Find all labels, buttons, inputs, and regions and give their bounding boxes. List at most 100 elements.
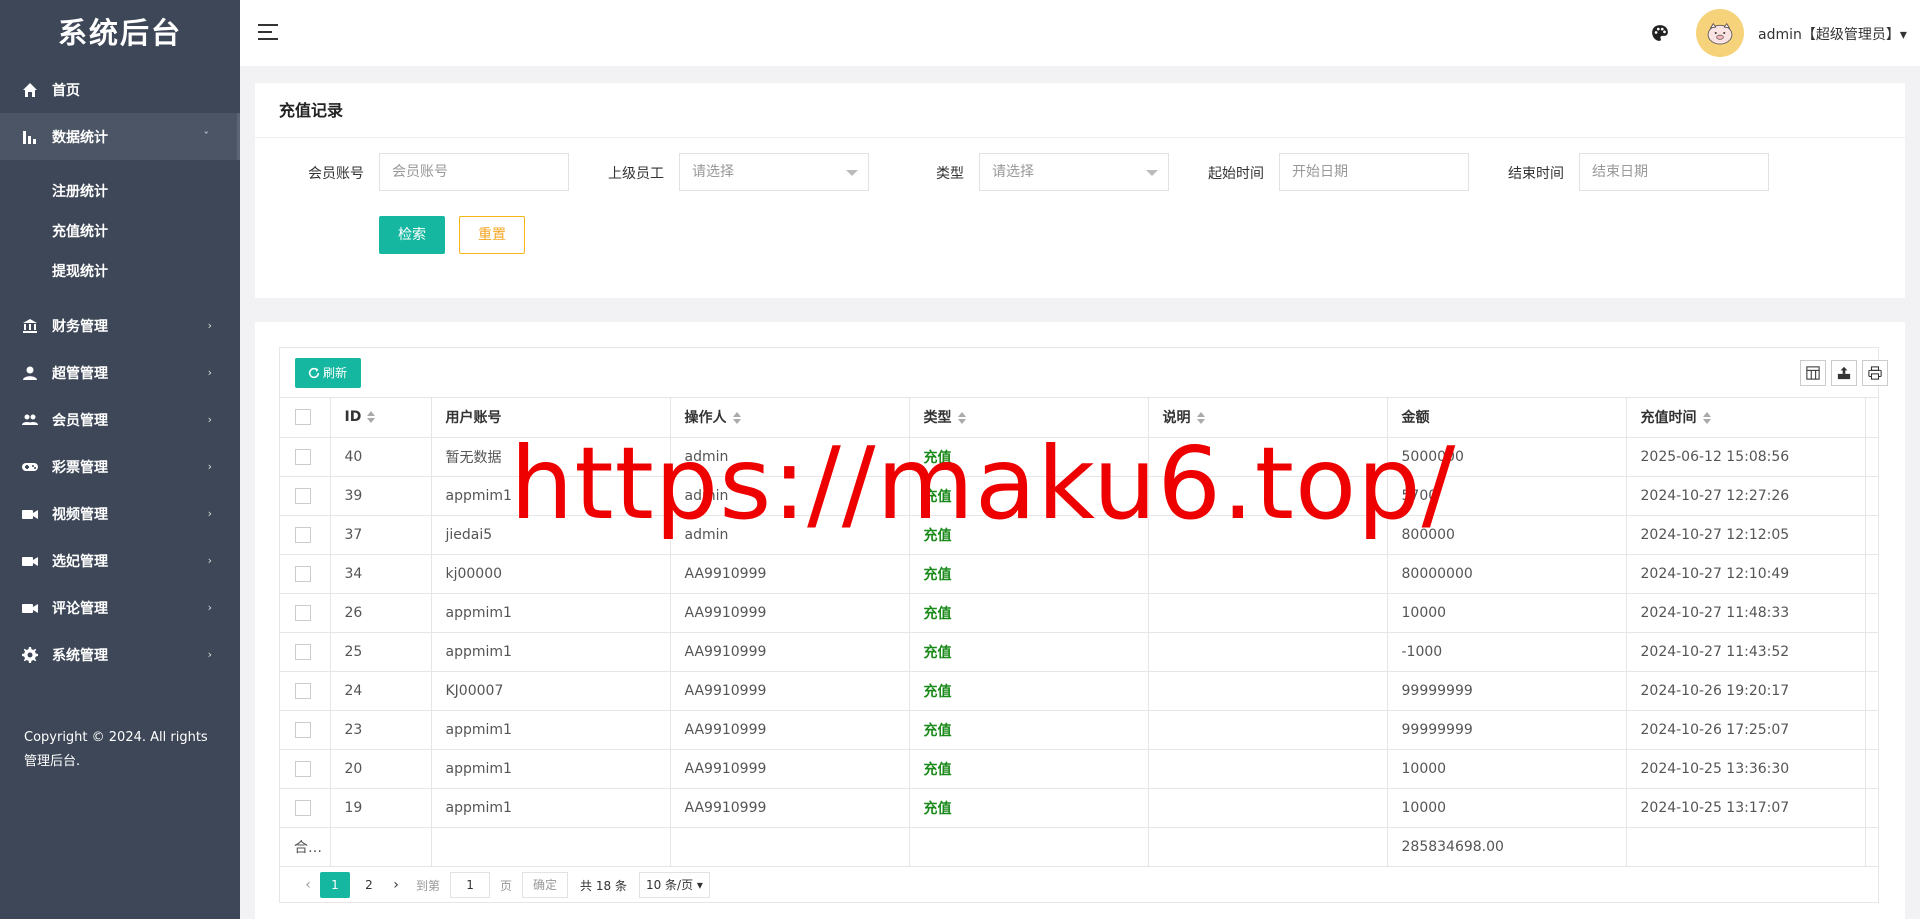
col-operator[interactable]: 操作人 [670, 398, 910, 438]
end-time-label: 结束时间 [1508, 166, 1564, 182]
page-2[interactable]: 2 [354, 872, 384, 898]
row-checkbox[interactable] [295, 604, 311, 621]
member-account-input[interactable]: 会员账号 [379, 153, 569, 191]
sidebar-subitem-register-stats[interactable]: 注册统计 [0, 172, 240, 212]
sort-icon[interactable] [1702, 412, 1711, 425]
type-select[interactable]: 请选择 [979, 153, 1169, 191]
reset-button[interactable]: 重置 [459, 216, 525, 254]
table-row[interactable]: 26 appmim1 AA9910999 充值 10000 2024-10-27 11:4… [280, 593, 1879, 633]
col-id-label: ID [344, 409, 362, 426]
goto-confirm-button[interactable]: 确定 [522, 872, 569, 898]
cell-note [1148, 788, 1388, 828]
cell-amount: 5000000 [1387, 437, 1627, 477]
user-menu[interactable]: admin【超级管理员】▾ [1758, 24, 1907, 44]
table-row[interactable]: 25 appmim1 AA9910999 充值 -1000 2024-10-27 11:4… [280, 632, 1879, 672]
table-row[interactable]: 34 kj00000 AA9910999 充值 80000000 2024-10-27 1… [280, 554, 1879, 594]
sidebar-item-concubine[interactable]: 选妃管理 › [0, 537, 240, 584]
cell-type: 充值 [909, 554, 1149, 594]
sidebar-item-comments[interactable]: 评论管理 › [0, 584, 240, 631]
row-checkbox[interactable] [295, 526, 311, 543]
sidebar-item-finance[interactable]: 财务管理 › [0, 302, 240, 349]
chevron-right-icon: › [207, 554, 212, 567]
staff-select[interactable]: 请选择 [679, 153, 869, 191]
brand-title: 系统后台 [57, 16, 182, 50]
table-row[interactable]: 39 appmim1 admin 充值 5700 2024-10-27 12:27:26 [280, 476, 1879, 516]
table-row[interactable]: 37 jiedai5 admin 充值 800000 2024-10-27 12:12:0… [280, 515, 1879, 555]
sidebar-item-members[interactable]: 会员管理 › [0, 396, 240, 443]
refresh-button[interactable]: 刷新 [295, 358, 361, 388]
sort-icon[interactable] [957, 412, 966, 425]
table-row[interactable]: 19 appmim1 AA9910999 充值 10000 2024-10-25 13:1… [280, 788, 1879, 828]
sort-icon[interactable] [367, 411, 376, 424]
scroll-gutter [1865, 632, 1879, 672]
pagination: ‹ 1 2 › 到第 1 页 确定 共 18 条 10 条/页 ▾ [280, 867, 1878, 903]
cell-operator: admin [670, 476, 910, 516]
start-date-input[interactable]: 开始日期 [1279, 153, 1469, 191]
row-checkbox[interactable] [295, 487, 311, 504]
row-checkbox[interactable] [295, 682, 311, 699]
sort-icon[interactable] [1196, 412, 1205, 425]
col-recharge-time[interactable]: 充值时间 [1626, 398, 1866, 438]
sidebar-item-label: 数据统计 [52, 129, 108, 146]
row-checkbox[interactable] [295, 799, 311, 816]
page-size-select[interactable]: 10 条/页 ▾ [638, 872, 710, 898]
sidebar-item-lottery[interactable]: 彩票管理 › [0, 443, 240, 490]
sidebar-item-system[interactable]: 系统管理 › [0, 631, 240, 678]
table-body: 40 暂无数据 admin 充值 5000000 2025-06-12 15:08:56 3… [280, 437, 1879, 867]
refresh-label: 刷新 [323, 366, 348, 380]
row-checkbox[interactable] [295, 643, 311, 660]
col-user-account-label: 用户账号 [445, 410, 502, 427]
sidebar-item-super-admin[interactable]: 超管管理 › [0, 349, 240, 396]
table-row[interactable]: 40 暂无数据 admin 充值 5000000 2025-06-12 15:08:56 [280, 437, 1879, 477]
cell-amount: 10000 [1387, 749, 1627, 789]
next-page-icon[interactable]: › [386, 877, 406, 893]
cell-operator: AA9910999 [670, 788, 910, 828]
table-row[interactable]: 24 KJ00007 AA9910999 充值 99999999 2024-10-26 1… [280, 671, 1879, 711]
search-button[interactable]: 检索 [379, 216, 445, 254]
total-count: 共 18 条 [580, 878, 627, 893]
goto-page-input[interactable]: 1 [450, 872, 491, 898]
table-toolbar: 刷新 [280, 348, 1888, 398]
row-checkbox-cell [280, 593, 331, 633]
select-all-checkbox[interactable] [295, 409, 311, 426]
table-row[interactable]: 23 appmim1 AA9910999 充值 99999999 2024-10-26 1… [280, 710, 1879, 750]
chevron-right-icon: › [207, 319, 212, 332]
sidebar-item-videos[interactable]: 视频管理 › [0, 490, 240, 537]
sidebar-subitem-recharge-stats[interactable]: 充值统计 [0, 212, 240, 252]
cell-recharge-time: 2024-10-27 12:10:49 [1626, 554, 1866, 594]
col-type[interactable]: 类型 [909, 398, 1149, 438]
page-1[interactable]: 1 [320, 872, 350, 898]
col-note-label: 说明 [1162, 410, 1191, 427]
row-checkbox[interactable] [295, 448, 311, 465]
sidebar-subitem-withdraw-stats[interactable]: 提现统计 [0, 252, 240, 292]
cell-user-account: appmim1 [431, 593, 671, 633]
menu-toggle-icon[interactable] [258, 24, 278, 41]
cell-type: 充值 [909, 749, 1149, 789]
chevron-right-icon: › [207, 366, 212, 379]
col-id[interactable]: ID [330, 398, 432, 438]
row-checkbox-cell [280, 671, 331, 711]
col-note[interactable]: 说明 [1148, 398, 1388, 438]
export-icon[interactable] [1831, 360, 1857, 386]
row-checkbox[interactable] [295, 565, 311, 582]
bank-icon [22, 318, 38, 334]
cell-user-account: 暂无数据 [431, 437, 671, 477]
cell-amount: -1000 [1387, 632, 1627, 672]
print-icon[interactable] [1862, 360, 1888, 386]
cell-id: 37 [330, 515, 432, 555]
prev-page-icon[interactable]: ‹ [298, 877, 318, 893]
sidebar-item-home[interactable]: 首页 [0, 66, 240, 113]
row-checkbox[interactable] [295, 721, 311, 738]
table-row[interactable]: 20 appmim1 AA9910999 充值 10000 2024-10-25 13:3… [280, 749, 1879, 789]
row-checkbox[interactable] [295, 760, 311, 777]
cell-operator: admin [670, 515, 910, 555]
cell-id: 34 [330, 554, 432, 594]
avatar[interactable] [1696, 9, 1744, 57]
columns-filter-icon[interactable] [1800, 360, 1826, 386]
sort-icon[interactable] [732, 412, 741, 425]
end-date-input[interactable]: 结束日期 [1579, 153, 1769, 191]
top-header: admin【超级管理员】▾ [240, 0, 1920, 66]
sidebar-item-data-stats[interactable]: 数据统计 ˇ [0, 113, 240, 160]
chevron-right-icon: › [207, 507, 212, 520]
palette-icon[interactable] [1651, 24, 1669, 42]
